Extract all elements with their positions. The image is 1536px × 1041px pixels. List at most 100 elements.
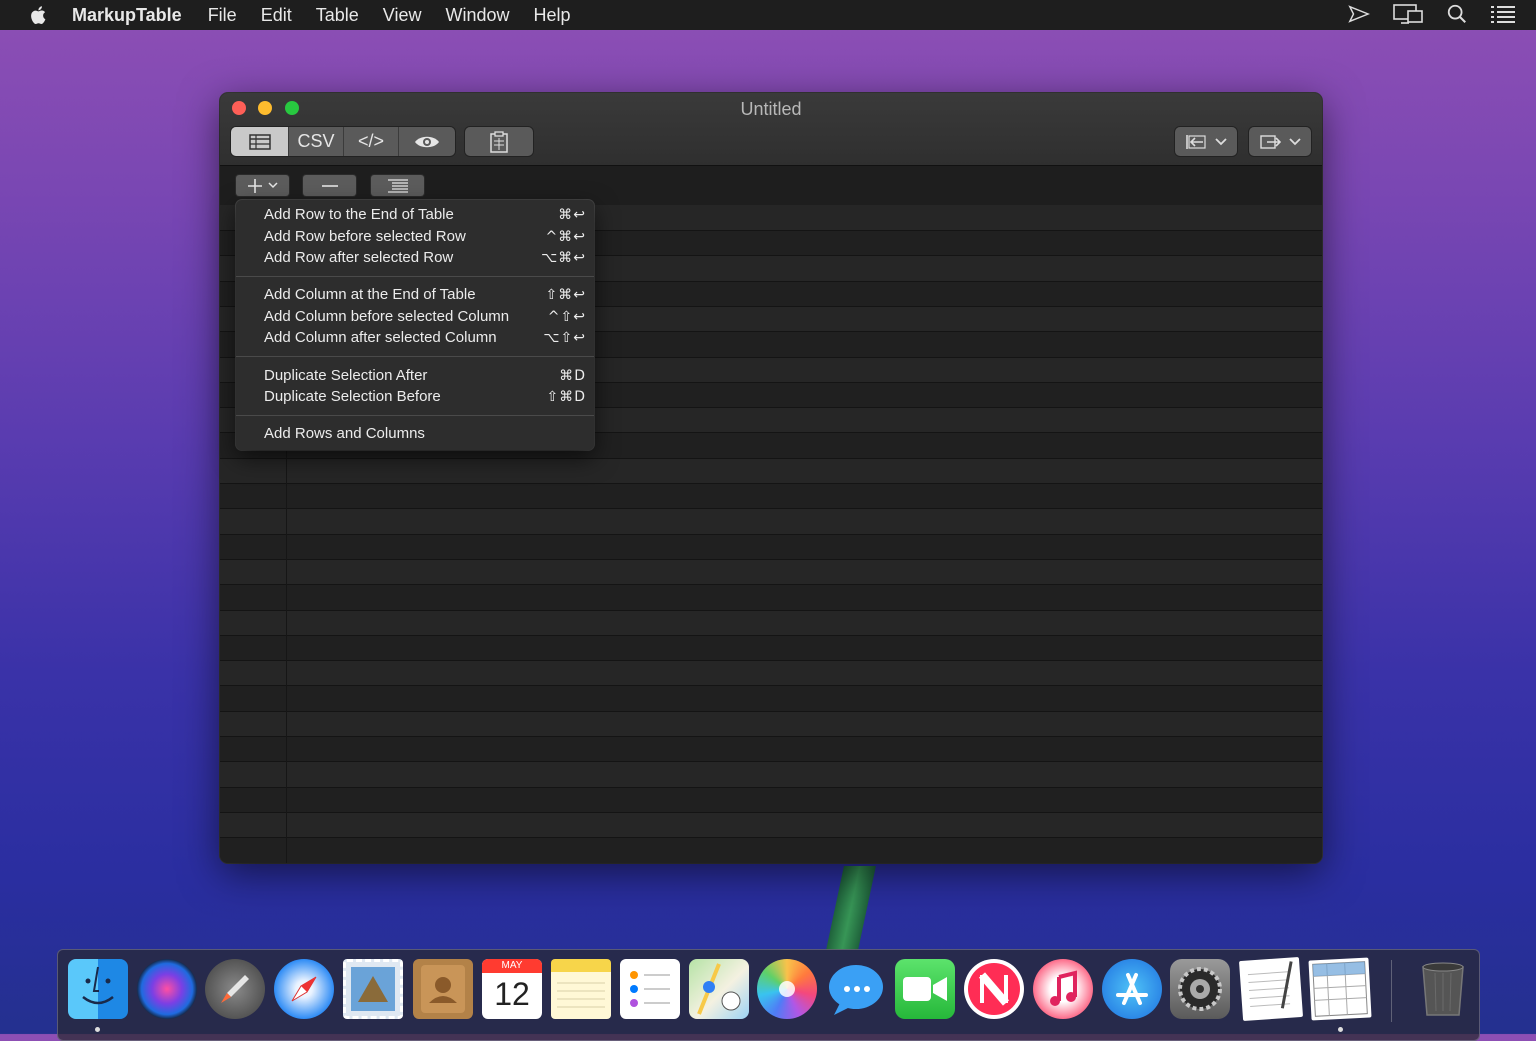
table-row[interactable] — [220, 635, 1322, 661]
running-indicator — [95, 1027, 100, 1032]
table-row[interactable] — [220, 812, 1322, 838]
table-row[interactable] — [220, 458, 1322, 484]
table-row[interactable] — [220, 686, 1322, 712]
menu-item-shortcut: ⌘↩ — [558, 207, 586, 223]
menu-item-label: Add Column before selected Column — [264, 308, 509, 325]
markuptable-icon[interactable] — [1308, 957, 1371, 1020]
menu-item-label: Add Rows and Columns — [264, 425, 425, 442]
menu-item-duplicate-before[interactable]: Duplicate Selection Before⇧⌘D — [264, 386, 586, 407]
mail-icon[interactable] — [343, 959, 403, 1019]
table-row[interactable] — [220, 483, 1322, 509]
menu-item-add-row-before[interactable]: Add Row before selected Row ^⌘↩ — [264, 226, 586, 247]
app-name-menu[interactable]: MarkupTable — [72, 5, 182, 26]
facetime-icon[interactable] — [895, 959, 955, 1019]
menu-item-shortcut: ^⇧↩ — [548, 309, 586, 325]
menu-item-shortcut: ^⌘↩ — [546, 229, 586, 245]
launchpad-icon[interactable] — [205, 959, 265, 1019]
menu-file[interactable]: File — [208, 5, 237, 26]
menu-separator — [236, 356, 594, 357]
finder-icon[interactable] — [68, 959, 128, 1019]
menu-item-add-row-after[interactable]: Add Row after selected Row ⌥⌘↩ — [264, 247, 586, 268]
calendar-icon[interactable]: MAY 12 — [482, 959, 542, 1019]
calendar-day: 12 — [482, 973, 542, 1015]
menu-edit[interactable]: Edit — [261, 5, 292, 26]
menu-item-duplicate-after[interactable]: Duplicate Selection After ⌘D — [264, 365, 586, 386]
safari-icon[interactable] — [274, 959, 334, 1019]
table-row[interactable] — [220, 762, 1322, 788]
menu-separator — [236, 415, 594, 416]
table-row[interactable] — [220, 787, 1322, 813]
import-icon — [1185, 133, 1207, 151]
menu-help[interactable]: Help — [534, 5, 571, 26]
table-row[interactable] — [220, 838, 1322, 864]
textedit-icon[interactable] — [1239, 957, 1303, 1021]
title-bar: Untitled CSV </> — [220, 93, 1322, 166]
chevron-down-icon — [1215, 138, 1227, 146]
news-icon[interactable] — [964, 959, 1024, 1019]
window-title: Untitled — [220, 99, 1322, 120]
menu-window[interactable]: Window — [445, 5, 509, 26]
menu-item-add-row-end[interactable]: Add Row to the End of Table ⌘↩ — [264, 204, 586, 225]
table-view-segment[interactable] — [231, 127, 289, 156]
table-row[interactable] — [220, 559, 1322, 585]
add-menu-button[interactable] — [236, 175, 289, 196]
table-row[interactable] — [220, 660, 1322, 686]
contacts-icon[interactable] — [413, 959, 473, 1019]
display-mirroring-icon[interactable] — [1392, 3, 1424, 25]
markup-view-segment[interactable]: </> — [344, 127, 399, 156]
csv-view-segment[interactable]: CSV — [289, 127, 344, 156]
table-row[interactable] — [220, 736, 1322, 762]
menu-item-add-rows-and-columns[interactable]: Add Rows and Columns — [264, 423, 586, 444]
system-preferences-icon[interactable] — [1170, 959, 1230, 1019]
siri-icon[interactable] — [137, 959, 197, 1019]
eye-icon — [414, 134, 440, 150]
menu-item-shortcut: ⇧⌘D — [546, 389, 586, 405]
menu-item-label: Add Row after selected Row — [264, 249, 453, 266]
menu-item-label: Add Column at the End of Table — [264, 286, 476, 303]
menu-item-label: Add Row before selected Row — [264, 228, 466, 245]
notification-center-icon[interactable] — [1490, 3, 1516, 25]
table-row[interactable] — [220, 534, 1322, 560]
reminders-icon[interactable] — [620, 959, 680, 1019]
table-row[interactable] — [220, 610, 1322, 636]
table-row[interactable] — [220, 711, 1322, 737]
menu-view[interactable]: View — [383, 5, 422, 26]
menu-item-shortcut: ⇧⌘↩ — [546, 287, 586, 303]
menu-table[interactable]: Table — [316, 5, 359, 26]
alignment-button[interactable] — [371, 175, 424, 196]
running-indicator — [1338, 1027, 1343, 1032]
menu-item-label: Duplicate Selection After — [264, 367, 427, 384]
chevron-down-icon — [1289, 138, 1301, 146]
trash-icon[interactable] — [1413, 959, 1473, 1019]
calendar-month: MAY — [482, 959, 542, 973]
menu-item-shortcut: ⌘D — [559, 368, 586, 384]
menu-item-label: Add Row to the End of Table — [264, 206, 454, 223]
app-store-icon[interactable] — [1102, 959, 1162, 1019]
menu-item-add-column-after[interactable]: Add Column after selected Column⌥⇧↩ — [264, 327, 586, 348]
maps-icon[interactable] — [689, 959, 749, 1019]
remove-button[interactable] — [303, 175, 356, 196]
table-row[interactable] — [220, 585, 1322, 611]
messages-icon[interactable] — [826, 959, 886, 1019]
spotlight-search-icon[interactable] — [1446, 3, 1468, 25]
photos-icon[interactable] — [757, 959, 817, 1019]
paste-table-button[interactable] — [465, 127, 533, 156]
add-dropdown-menu: Add Row to the End of Table ⌘↩ Add Row be… — [236, 200, 594, 450]
music-icon[interactable] — [1033, 959, 1093, 1019]
align-icon — [387, 179, 409, 193]
notes-icon[interactable] — [551, 959, 611, 1019]
apple-menu-icon[interactable] — [28, 4, 50, 26]
table-row[interactable] — [220, 509, 1322, 535]
menu-item-add-column-before[interactable]: Add Column before selected Column ^⇧↩ — [264, 306, 586, 327]
plus-icon — [248, 179, 262, 193]
import-button[interactable] — [1175, 127, 1237, 156]
send-icon[interactable] — [1348, 3, 1370, 25]
export-icon — [1259, 133, 1281, 151]
menu-item-shortcut: ⌥⇧↩ — [543, 330, 586, 346]
menu-item-add-column-end[interactable]: Add Column at the End of Table ⇧⌘↩ — [264, 284, 586, 305]
menu-separator — [236, 276, 594, 277]
export-button[interactable] — [1249, 127, 1311, 156]
menu-item-shortcut: ⌥⌘↩ — [541, 250, 586, 266]
table-icon — [249, 134, 271, 150]
preview-segment[interactable] — [399, 127, 455, 156]
